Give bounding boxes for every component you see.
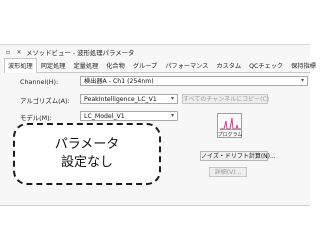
tab-compound[interactable]: 化合物	[102, 58, 129, 72]
program-button-label: プログラム	[217, 132, 243, 138]
model-label: モデル(M):	[20, 114, 52, 122]
tab-performance[interactable]: パフォーマンス	[161, 58, 212, 72]
channel-label: Channel(H):	[20, 78, 59, 86]
algorithm-select-value: PeakIntelligence_LC_V1	[84, 96, 157, 103]
model-select[interactable]: LC_Model_V1 ▾	[80, 111, 178, 121]
chevron-down-icon: ▾	[300, 77, 304, 84]
copy-to-all-channels-button[interactable]: すべてのチャンネルにコピー(C)	[182, 94, 269, 104]
tab-custom[interactable]: カスタム	[212, 58, 245, 72]
channel-select[interactable]: 検出器A - Ch1 (254nm) ▾	[80, 76, 308, 86]
channel-select-value: 検出器A - Ch1 (254nm)	[84, 78, 154, 85]
chevron-down-icon: ▾	[170, 112, 174, 119]
callout-line-1: パラメータ	[54, 137, 120, 152]
chevron-down-icon: ▾	[170, 95, 174, 102]
window-title: メソッドビュー - 波形処理パラメータ	[26, 48, 135, 57]
close-icon[interactable]: ✕	[15, 48, 23, 56]
chromatogram-icon	[220, 117, 241, 130]
algorithm-label: アルゴリズム(A):	[20, 97, 70, 105]
detail-button[interactable]: 詳細(V)...	[209, 167, 247, 177]
no-parameters-callout: パラメータ 設定なし	[13, 123, 161, 185]
tab-identification[interactable]: 同定処理	[37, 58, 70, 72]
title-bar: ▫ ✕ メソッドビュー - 波形処理パラメータ	[0, 45, 310, 59]
algorithm-select[interactable]: PeakIntelligence_LC_V1 ▾	[80, 94, 178, 104]
callout-line-2: 設定なし	[60, 155, 113, 170]
pin-icon[interactable]: ▫	[4, 48, 12, 56]
tab-retention-index[interactable]: 保持指標	[287, 58, 320, 72]
tab-group[interactable]: グループ	[129, 58, 161, 72]
tab-bar: 波形処理 同定処理 定量処理 化合物 グループ パフォーマンス カスタム QCチ…	[4, 58, 316, 73]
noise-drift-button[interactable]: ノイズ・ドリフト計算(N)...	[200, 151, 276, 161]
model-select-value: LC_Model_V1	[84, 113, 125, 120]
tab-qc-check[interactable]: QCチェック	[245, 58, 287, 72]
tab-peak-processing[interactable]: 波形処理	[4, 58, 37, 73]
tab-quantitation[interactable]: 定量処理	[70, 58, 103, 72]
